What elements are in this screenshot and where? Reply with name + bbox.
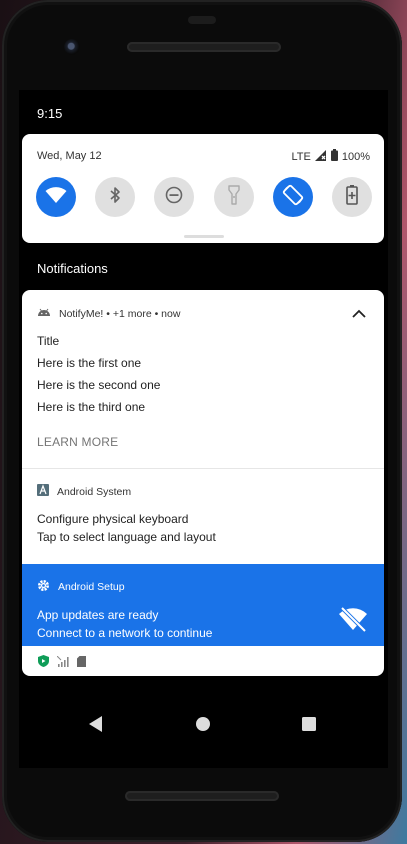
- screen: 9:15 Wed, May 12 LTE 100% Notifications …: [19, 90, 388, 768]
- keyboard-app-icon: [37, 484, 49, 499]
- do-not-disturb-tile[interactable]: [154, 177, 195, 217]
- notification-title: Title: [37, 334, 60, 348]
- notification-list: NotifyMe! • +1 more • now Title Here is …: [22, 290, 384, 676]
- notification-app-row: NotifyMe! • +1 more • now: [37, 307, 180, 320]
- recents-button[interactable]: [299, 716, 319, 736]
- notification-app-row: Android System: [37, 484, 131, 499]
- notifications-header: Notifications: [37, 261, 108, 276]
- back-button[interactable]: [86, 715, 106, 737]
- notification-line-1: Here is the first one: [37, 356, 142, 370]
- quick-settings-panel: Wed, May 12 LTE 100%: [22, 134, 384, 243]
- notification-notifyme[interactable]: NotifyMe! • +1 more • now Title Here is …: [22, 290, 384, 469]
- battery-icon: [330, 149, 338, 164]
- earpiece-speaker: [127, 42, 281, 52]
- flashlight-icon: [227, 184, 240, 210]
- signal-icon: [314, 149, 327, 164]
- sd-card-icon: [77, 654, 86, 672]
- auto-rotate-icon: [282, 184, 304, 211]
- do-not-disturb-icon: [165, 186, 183, 209]
- learn-more-button[interactable]: LEARN MORE: [37, 435, 118, 449]
- android-icon: [37, 307, 51, 320]
- shield-icon: [38, 654, 49, 672]
- signal-off-icon: [56, 654, 69, 672]
- auto-rotate-tile[interactable]: [272, 177, 313, 217]
- wifi-tile[interactable]: [36, 177, 76, 217]
- recents-icon: [302, 716, 316, 736]
- notification-app-name: NotifyMe! • +1 more • now: [59, 307, 181, 320]
- phone-frame: 9:15 Wed, May 12 LTE 100% Notifications …: [2, 0, 402, 842]
- notification-android-system[interactable]: Android System Configure physical keyboa…: [22, 468, 384, 564]
- notification-title: Configure physical keyboard: [37, 512, 189, 526]
- home-button[interactable]: [193, 716, 213, 736]
- notification-text: Connect to a network to continue: [37, 626, 213, 640]
- wifi-off-icon: [338, 605, 368, 635]
- notification-android-setup[interactable]: Android Setup App updates are ready Conn…: [22, 564, 384, 646]
- bluetooth-icon: [109, 186, 121, 209]
- quick-settings-status: LTE 100%: [291, 149, 370, 164]
- quick-settings-drag-handle[interactable]: [184, 235, 224, 238]
- flashlight-tile[interactable]: [213, 177, 254, 217]
- top-sensor: [188, 16, 216, 24]
- notification-title: App updates are ready: [37, 608, 159, 622]
- back-icon: [89, 715, 103, 737]
- quick-settings-date[interactable]: Wed, May 12: [37, 150, 102, 162]
- front-camera: [64, 39, 80, 55]
- notification-app-name: Android Setup: [58, 581, 125, 593]
- notification-app-row: Android Setup: [37, 579, 125, 595]
- quick-settings-tiles: [36, 177, 372, 217]
- home-icon: [196, 716, 210, 736]
- navigation-bar: [19, 708, 388, 744]
- notification-line-2: Here is the second one: [37, 378, 161, 392]
- gear-icon: [37, 579, 50, 595]
- battery-saver-tile[interactable]: [331, 177, 372, 217]
- bottom-speaker: [125, 791, 279, 801]
- bluetooth-tile[interactable]: [95, 177, 136, 217]
- notification-line-3: Here is the third one: [37, 400, 146, 414]
- wifi-icon: [45, 186, 67, 209]
- notification-footer-icons: [38, 654, 86, 672]
- battery-level: 100%: [341, 150, 370, 163]
- collapse-chevron-icon[interactable]: [351, 306, 367, 320]
- battery-saver-icon: [346, 184, 358, 210]
- notification-app-name: Android System: [57, 485, 132, 498]
- network-type: LTE: [291, 150, 311, 163]
- status-bar-time: 9:15: [37, 106, 63, 121]
- notification-text: Tap to select language and layout: [37, 530, 216, 544]
